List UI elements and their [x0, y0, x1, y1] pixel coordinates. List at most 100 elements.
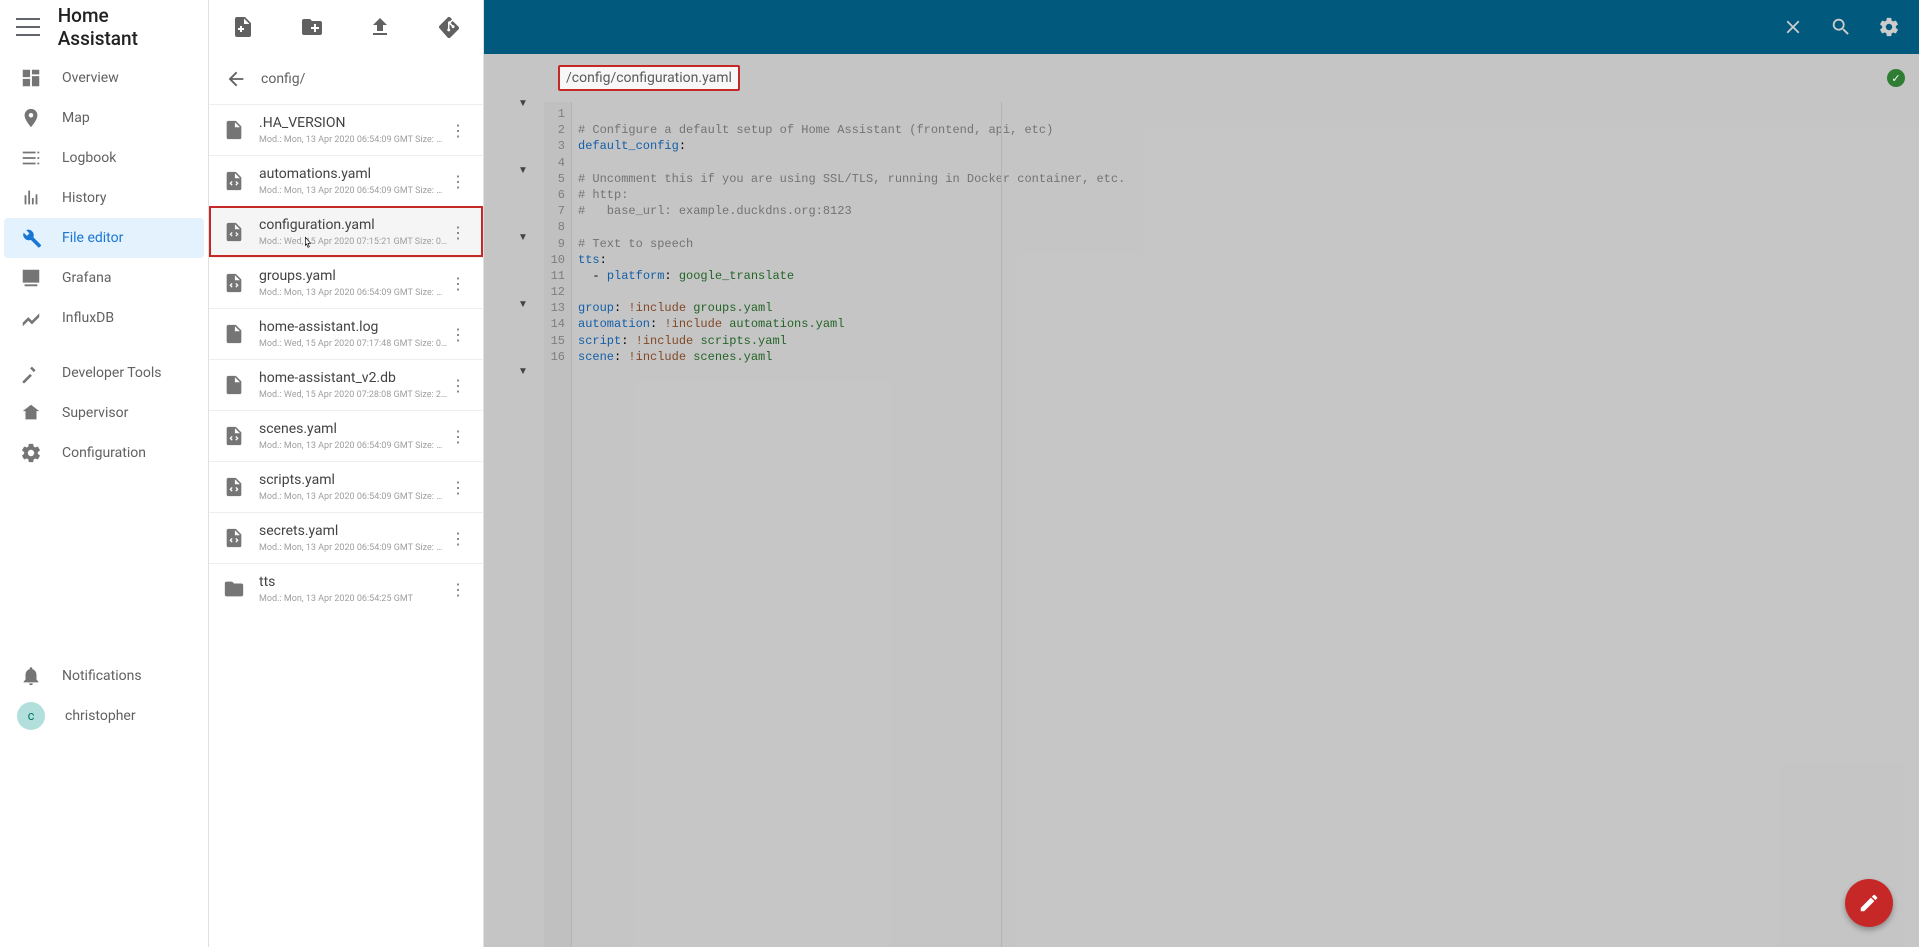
filepath-bar: /config/configuration.yaml ✓ [484, 54, 1919, 102]
file-meta: Mod.: Wed, 15 Apr 2020 07:28:08 GMT Size… [259, 390, 447, 400]
bell-icon [20, 665, 42, 687]
code-icon [223, 425, 245, 447]
file-name: scenes.yaml [259, 421, 447, 437]
sidebar-item-developer-tools[interactable]: Developer Tools [4, 353, 204, 393]
file-item-configuration-yaml[interactable]: configuration.yaml Mod.: Wed, 15 Apr 2020… [209, 206, 483, 257]
sidebar-item-configuration[interactable]: Configuration [4, 433, 204, 473]
file-browser: config/ .HA_VERSIONMod.: Mon, 13 Apr 202… [209, 0, 484, 947]
file-item-automations-yaml[interactable]: automations.yaml Mod.: Mon, 13 Apr 2020 0… [209, 155, 483, 206]
supervisor-icon [20, 402, 42, 424]
file-menu-icon[interactable]: ⋮ [447, 376, 469, 395]
file-name: home-assistant.log [259, 319, 447, 335]
file-meta: Mod.: Mon, 13 Apr 2020 06:54:25 GMT [259, 594, 447, 604]
avatar: c [17, 702, 45, 730]
file-menu-icon[interactable]: ⋮ [447, 172, 469, 191]
file-menu-icon[interactable]: ⋮ [447, 121, 469, 140]
open-file-path: /config/configuration.yaml [558, 65, 740, 91]
file-item-groups-yaml[interactable]: groups.yamlMod.: Mon, 13 Apr 2020 06:54:… [209, 257, 483, 308]
file-item-tts[interactable]: tts Mod.: Mon, 13 Apr 2020 06:54:25 GMT⋮ [209, 563, 483, 614]
file-meta: Mod.: Mon, 13 Apr 2020 06:54:09 GMT Size… [259, 186, 447, 196]
print-margin [1001, 102, 1002, 947]
sidebar-item-label: File editor [62, 230, 123, 246]
sidebar-item-logbook[interactable]: Logbook [4, 138, 204, 178]
logbook-icon [20, 147, 42, 169]
code-icon [223, 221, 245, 243]
user-link[interactable]: c christopher [4, 696, 204, 736]
sidebar-item-grafana[interactable]: Grafana [4, 258, 204, 298]
file-item-scenes-yaml[interactable]: scenes.yaml Mod.: Mon, 13 Apr 2020 06:54:… [209, 410, 483, 461]
file-item-home-assistant-log[interactable]: home-assistant.log Mod.: Wed, 15 Apr 2020… [209, 308, 483, 359]
folder-icon [223, 578, 245, 600]
file-menu-icon[interactable]: ⋮ [447, 427, 469, 446]
sidebar-item-overview[interactable]: Overview [4, 58, 204, 98]
current-path: config/ [261, 71, 305, 87]
sidebar-item-supervisor[interactable]: Supervisor [4, 393, 204, 433]
file-icon [223, 119, 245, 141]
file-menu-icon[interactable]: ⋮ [447, 529, 469, 548]
file-meta: Mod.: Mon, 13 Apr 2020 06:54:09 GMT Size… [259, 492, 447, 502]
file-menu-icon[interactable]: ⋮ [447, 274, 469, 293]
save-fab[interactable] [1845, 879, 1893, 927]
upload-icon[interactable] [368, 15, 392, 39]
sidebar-item-label: Overview [62, 70, 119, 86]
code-icon [223, 272, 245, 294]
hammer-icon [20, 362, 42, 384]
file-name: scripts.yaml [259, 472, 447, 488]
new-folder-icon[interactable] [300, 15, 324, 39]
editor-topbar [484, 0, 1919, 54]
search-icon[interactable] [1819, 5, 1863, 49]
line-gutter: 12345678910111213141516 [544, 102, 572, 947]
file-icon [223, 323, 245, 345]
file-item-scripts-yaml[interactable]: scripts.yaml Mod.: Mon, 13 Apr 2020 06:54… [209, 461, 483, 512]
file-icon [223, 374, 245, 396]
new-file-icon[interactable] [231, 15, 255, 39]
file-menu-icon[interactable]: ⋮ [447, 478, 469, 497]
notifications-link[interactable]: Notifications [4, 656, 204, 696]
history-icon [20, 187, 42, 209]
file-menu-icon[interactable]: ⋮ [447, 325, 469, 344]
file-meta: Mod.: Mon, 13 Apr 2020 06:54:09 GMT Size… [259, 543, 447, 553]
sidebar-item-label: Supervisor [62, 405, 128, 421]
back-icon[interactable] [225, 68, 247, 90]
file-name: configuration.yaml [259, 217, 447, 233]
sidebar-item-label: Logbook [62, 150, 116, 166]
gear-icon[interactable] [1867, 5, 1911, 49]
sidebar-item-label: Map [62, 110, 90, 126]
file-meta: Mod.: Mon, 13 Apr 2020 06:54:09 GMT Size… [259, 441, 447, 451]
valid-icon: ✓ [1887, 69, 1905, 87]
app-title: Home Assistant [58, 4, 192, 50]
sidebar-item-file-editor[interactable]: File editor [4, 218, 204, 258]
file-name: secrets.yaml [259, 523, 447, 539]
file-list: .HA_VERSIONMod.: Mon, 13 Apr 2020 06:54:… [209, 104, 483, 947]
file-meta: Mod.: Wed, 15 Apr 2020 07:17:48 GMT Size… [259, 339, 447, 349]
file-menu-icon[interactable]: ⋮ [447, 580, 469, 599]
hamburger-icon[interactable] [16, 15, 40, 39]
path-row: config/ [209, 54, 483, 104]
map-icon [20, 107, 42, 129]
file-name: home-assistant_v2.db [259, 370, 447, 386]
file-meta: Mod.: Mon, 13 Apr 2020 06:54:09 GMT Size… [259, 288, 447, 298]
file-menu-icon[interactable]: ⋮ [447, 223, 469, 242]
file-toolbar [209, 0, 483, 54]
sidebar-header: Home Assistant [0, 0, 208, 54]
file-meta: Mod.: Wed, 15 Apr 2020 07:15:21 GMT Size… [259, 237, 447, 247]
notifications-label: Notifications [62, 668, 142, 684]
file-name: tts [259, 574, 447, 590]
file-item-secrets-yaml[interactable]: secrets.yaml Mod.: Mon, 13 Apr 2020 06:54… [209, 512, 483, 563]
sidebar-item-label: InfluxDB [62, 310, 114, 326]
editor-area: /config/configuration.yaml ✓ ▼▼▼▼▼ 12345… [484, 0, 1919, 947]
close-icon[interactable] [1771, 5, 1815, 49]
user-name: christopher [65, 708, 136, 724]
sidebar-item-label: Configuration [62, 445, 146, 461]
file-item--HA-VERSION[interactable]: .HA_VERSIONMod.: Mon, 13 Apr 2020 06:54:… [209, 104, 483, 155]
sidebar-item-label: Developer Tools [62, 365, 162, 381]
code-lines: # Configure a default setup of Home Assi… [572, 102, 1125, 947]
file-item-home-assistant-v2-db[interactable]: home-assistant_v2.db Mod.: Wed, 15 Apr 20… [209, 359, 483, 410]
sidebar-item-influxdb[interactable]: InfluxDB [4, 298, 204, 338]
sidebar-item-map[interactable]: Map [4, 98, 204, 138]
code-icon [223, 170, 245, 192]
code-editor[interactable]: 12345678910111213141516 # Configure a de… [484, 102, 1919, 947]
git-icon[interactable] [437, 15, 461, 39]
sidebar-item-history[interactable]: History [4, 178, 204, 218]
file-name: automations.yaml [259, 166, 447, 182]
